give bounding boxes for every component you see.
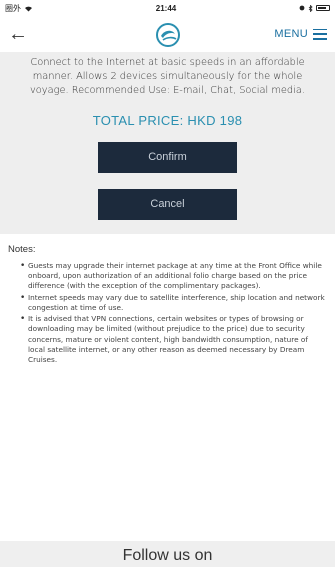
- package-panel: Connect to the Internet at basic speeds …: [0, 52, 335, 234]
- confirm-button[interactable]: Confirm: [98, 141, 237, 173]
- menu-label: MENU: [274, 28, 308, 40]
- notes-section: Notes: Guests may upgrade their internet…: [0, 233, 335, 366]
- dream-cruises-logo: [155, 23, 180, 47]
- bluetooth-icon: [308, 4, 313, 12]
- list-item: Internet speeds may vary due to satellit…: [20, 293, 327, 314]
- package-description: Connect to the Internet at basic speeds …: [30, 57, 305, 97]
- status-bar: 圈外 21:44: [0, 0, 335, 16]
- menu-button[interactable]: MENU: [274, 28, 327, 40]
- status-time: 21:44: [155, 3, 177, 13]
- status-bar-left: 圈外: [5, 3, 33, 14]
- list-item: Guests may upgrade their internet packag…: [20, 261, 327, 292]
- notes-title: Notes:: [8, 243, 36, 255]
- cancel-button[interactable]: Cancel: [98, 188, 237, 220]
- follow-us-section: Follow us on: [0, 541, 335, 567]
- wifi-icon: [25, 6, 32, 11]
- carrier-label: 圈外: [5, 3, 21, 13]
- follow-us-heading: Follow us on: [122, 547, 213, 564]
- hamburger-icon: [313, 28, 327, 40]
- total-price: TOTAL PRICE: HKD 198: [92, 112, 243, 128]
- notes-list: Guests may upgrade their internet packag…: [8, 261, 327, 366]
- list-item: It is advised that VPN connections, cert…: [20, 314, 327, 365]
- status-bar-right: [299, 4, 330, 12]
- location-icon: [299, 5, 305, 10]
- back-button[interactable]: ←: [8, 24, 32, 44]
- app-header: ← MENU: [0, 16, 335, 52]
- battery-icon: [316, 5, 330, 11]
